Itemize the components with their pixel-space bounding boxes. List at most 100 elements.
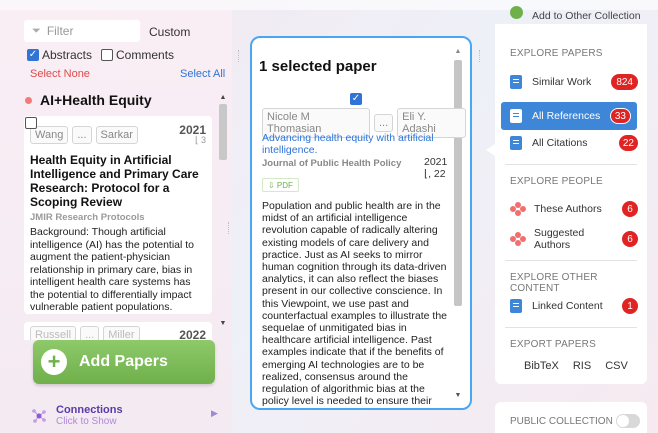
add-papers-button[interactable]: + Add Papers [33,340,215,384]
paper-year: 2021 ⌊, 22 [424,156,447,180]
panel-pointer-icon [486,144,495,156]
paper-abstract: Background: Though artificial intelligen… [30,226,195,314]
these-authors-label: These Authors [534,203,602,215]
network-icon [32,409,46,423]
public-collection-label: PUBLIC COLLECTION [510,416,613,427]
paper-year-text: 2021 [424,156,448,168]
section-divider [505,327,637,328]
similar-work-count-badge: 824 [611,74,638,90]
all-citations-button[interactable]: All Citations 22 [510,131,638,155]
paper-authors: Wang ... Sarkar 2021 ⌊ 3 [30,124,206,145]
export-ris-button[interactable]: RIS [573,360,591,372]
all-references-count-badge: 33 [609,108,631,124]
scroll-up-arrow-icon[interactable]: ▲ [452,48,464,55]
export-bibtex-button[interactable]: BibTeX [524,360,559,372]
selected-paper-checkbox[interactable]: ✓ [350,93,362,105]
people-icon [510,202,526,216]
linked-content-button[interactable]: Linked Content 1 [510,294,638,318]
author-ellipsis-chip[interactable]: ... [373,114,394,132]
paper-abstract: Population and public health are in the … [262,200,448,406]
public-collection-panel: PUBLIC COLLECTION [495,402,647,433]
add-collection-icon[interactable] [510,6,523,19]
connections-subtitle: Click to Show [56,416,117,427]
scroll-down-arrow-icon[interactable]: ▼ [452,392,464,399]
similar-work-label: Similar Work [532,76,592,88]
pdf-button[interactable]: ⇩ PDF [262,178,299,192]
connections-toggle[interactable]: Connections Click to Show ▶ [24,404,224,433]
suggested-authors-button[interactable]: Suggested Authors 6 [510,227,638,251]
paper-title-link[interactable]: Advancing health equity with artificial … [262,132,442,156]
explore-papers-heading: EXPLORE PAPERS [510,48,603,59]
select-all-link[interactable]: Select All [180,68,225,80]
add-to-other-collection-link[interactable]: Add to Other Collection [532,10,641,22]
all-citations-count-badge: 22 [618,135,638,151]
all-references-button[interactable]: All References 33 [501,102,637,130]
scroll-thumb[interactable] [454,60,462,306]
paper-journal: Journal of Public Health Policy [262,158,402,169]
resize-grip-icon[interactable] [238,50,240,62]
linked-content-count-badge: 1 [622,298,638,314]
section-divider [505,164,637,165]
paper-journal: JMIR Research Protocols [30,212,145,223]
linked-content-label: Linked Content [532,300,603,312]
author-chip[interactable]: Russell [30,326,77,340]
paper-select-checkbox[interactable] [25,117,37,129]
paper-year: 2021 ⌊ 3 [179,124,206,145]
paper-card[interactable]: Russell ... Miller 2022 [24,322,212,340]
abstracts-checkbox[interactable]: ✓ [27,49,39,61]
select-none-link[interactable]: Select None [30,68,90,80]
paper-authors: Russell ... Miller 2022 [30,326,206,340]
filter-input[interactable]: ⏷ Filter [24,20,140,42]
author-chip[interactable]: Sarkar [95,125,138,144]
author-ellipsis-chip[interactable]: ... [80,326,100,340]
people-icon [510,232,526,246]
section-divider [505,260,637,261]
all-references-label: All References [532,110,601,122]
export-csv-button[interactable]: CSV [605,360,628,372]
chevron-right-icon: ▶ [211,408,218,418]
paper-citation-count: ⌊, 22 [424,168,446,180]
comments-checkbox[interactable] [101,49,114,61]
resize-grip-icon[interactable] [479,50,481,62]
connections-title: Connections [56,404,123,416]
collection-title-text: AI+Health Equity [40,92,152,108]
these-authors-button[interactable]: These Authors 6 [510,197,638,221]
detail-scrollbar[interactable]: ▲ ▼ [452,48,464,404]
export-options: BibTeX RIS CSV [524,360,628,372]
paper-title[interactable]: Health Equity in Artificial Intelligence… [30,153,206,209]
scroll-thumb[interactable] [219,104,227,160]
custom-sort-button[interactable]: Custom [149,25,190,39]
suggested-authors-count-badge: 6 [622,231,638,247]
selected-paper-panel: 1 selected paper ▲ ▼ ✓ Nicole M Thomasia… [250,36,472,410]
comments-label: Comments [116,48,175,62]
collection-color-dot [25,96,32,104]
suggested-authors-label: Suggested Authors [534,227,585,251]
paper-list-panel: ⏷ Filter Custom ✓ Abstracts Comments Sel… [0,10,232,433]
selected-paper-title: 1 selected paper [259,58,377,75]
document-icon [510,299,522,313]
public-collection-toggle[interactable] [616,414,640,428]
explore-panel: EXPLORE PAPERS Similar Work 824 All Refe… [495,24,647,384]
all-citations-label: All Citations [532,137,588,149]
author-chip[interactable]: Miller [103,326,140,340]
document-icon [510,136,522,150]
document-icon [510,75,522,89]
scroll-down-arrow-icon[interactable]: ▼ [218,320,228,327]
top-bar [0,0,658,10]
display-options: ✓ Abstracts Comments [27,48,174,62]
similar-work-button[interactable]: Similar Work 824 [510,70,638,94]
paper-citation-count: ⌊ 3 [194,135,206,145]
filter-icon: ⏷ [32,24,41,37]
author-ellipsis-chip[interactable]: ... [72,125,92,144]
resize-grip-icon[interactable] [228,222,230,234]
scroll-up-arrow-icon[interactable]: ▲ [218,94,228,101]
these-authors-count-badge: 6 [622,201,638,217]
explore-people-heading: EXPLORE PEOPLE [510,176,603,187]
collection-title: AI+Health Equity [25,92,152,108]
paper-year: 2022 [179,328,206,340]
paper-list-scrollbar[interactable]: ▲ ▼ [218,94,228,330]
plus-icon: + [41,349,67,375]
explore-other-content-heading: EXPLORE OTHER CONTENT [510,272,598,294]
paper-card[interactable]: Wang ... Sarkar 2021 ⌊ 3 Health Equity i… [24,116,212,314]
export-papers-heading: EXPORT PAPERS [510,339,596,350]
